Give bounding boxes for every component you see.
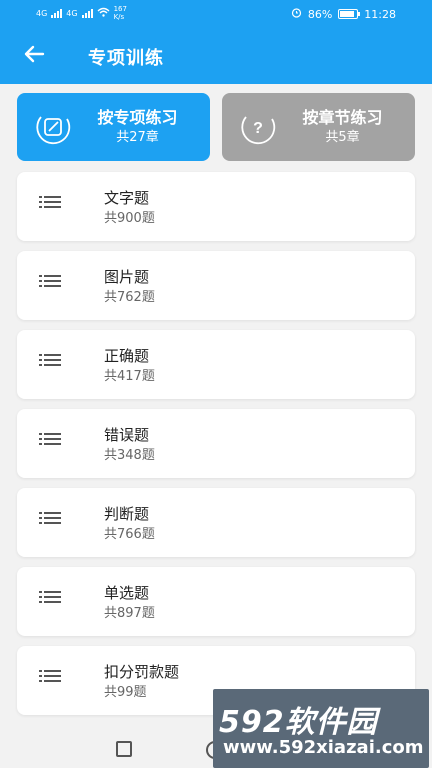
item-count: 共766题 <box>104 527 155 542</box>
mode-text: 按章节练习 共5章 <box>278 107 407 147</box>
list-item-wrong[interactable]: 错误题 共348题 <box>17 409 415 478</box>
status-bar: 4G 4G 167 K/s 86% 11:28 <box>0 0 432 28</box>
signal-icon <box>51 8 63 18</box>
net-speed: 167 K/s <box>113 5 127 21</box>
svg-text:?: ? <box>253 120 263 137</box>
list-icon <box>39 194 61 208</box>
mode-label: 按章节练习 <box>302 108 383 127</box>
item-title: 正确题 <box>104 347 150 365</box>
list-icon <box>39 273 61 287</box>
alarm-icon <box>291 7 302 21</box>
mode-by-topic-button[interactable]: 按专项练习 共27章 <box>17 93 210 161</box>
list-item-text[interactable]: 文字题 共900题 <box>17 172 415 241</box>
item-title: 扣分罚款题 <box>104 663 180 681</box>
item-count: 共417题 <box>104 369 155 384</box>
watermark-url: www.592xiazai.com <box>223 737 424 758</box>
list-item-judge[interactable]: 判断题 共766题 <box>17 488 415 557</box>
list-icon <box>39 589 61 603</box>
item-count: 共762题 <box>104 290 155 305</box>
status-right: 86% 11:28 <box>291 7 396 21</box>
item-title: 判断题 <box>104 505 150 523</box>
list-item-image[interactable]: 图片题 共762题 <box>17 251 415 320</box>
watermark-brand: 592软件园 <box>219 705 378 740</box>
battery-percent: 86% <box>307 7 333 21</box>
mode-label: 按专项练习 <box>97 108 178 127</box>
item-count: 共99题 <box>104 685 147 700</box>
signal-icon-2 <box>81 8 93 18</box>
item-title: 单选题 <box>104 584 150 602</box>
item-title: 文字题 <box>104 189 150 207</box>
list-icon <box>39 352 61 366</box>
mode-sub: 共27章 <box>116 130 159 145</box>
recent-apps-button[interactable] <box>116 741 132 757</box>
category-list: 文字题 共900题 图片题 共762题 正确题 共417题 错误题 共348题 … <box>17 172 415 725</box>
back-button[interactable] <box>14 40 54 72</box>
list-icon <box>39 668 61 682</box>
page-title: 专项训练 <box>88 48 164 69</box>
battery-icon <box>338 9 361 19</box>
clock: 11:28 <box>364 7 396 21</box>
sim2-label: 4G <box>66 8 78 18</box>
mode-text: 按专项练习 共27章 <box>73 107 202 147</box>
item-count: 共900题 <box>104 211 155 226</box>
item-count: 共897题 <box>104 606 155 621</box>
item-title: 错误题 <box>104 426 150 444</box>
arrow-left-icon <box>23 45 45 67</box>
question-circle-icon: ? <box>238 107 278 147</box>
mode-sub: 共5章 <box>325 130 360 145</box>
list-item-single-choice[interactable]: 单选题 共897题 <box>17 567 415 636</box>
wifi-icon <box>97 7 110 19</box>
list-item-correct[interactable]: 正确题 共417题 <box>17 330 415 399</box>
item-count: 共348题 <box>104 448 155 463</box>
status-left: 4G 4G 167 K/s <box>36 5 127 21</box>
sim1-label: 4G <box>36 8 48 18</box>
list-icon <box>39 431 61 445</box>
app-bar: 专项训练 <box>0 28 432 84</box>
list-icon <box>39 510 61 524</box>
mode-by-chapter-button[interactable]: ? 按章节练习 共5章 <box>222 93 415 161</box>
edit-note-icon <box>33 107 73 147</box>
item-title: 图片题 <box>104 268 150 286</box>
watermark: 592软件园 www.592xiazai.com <box>213 689 429 768</box>
